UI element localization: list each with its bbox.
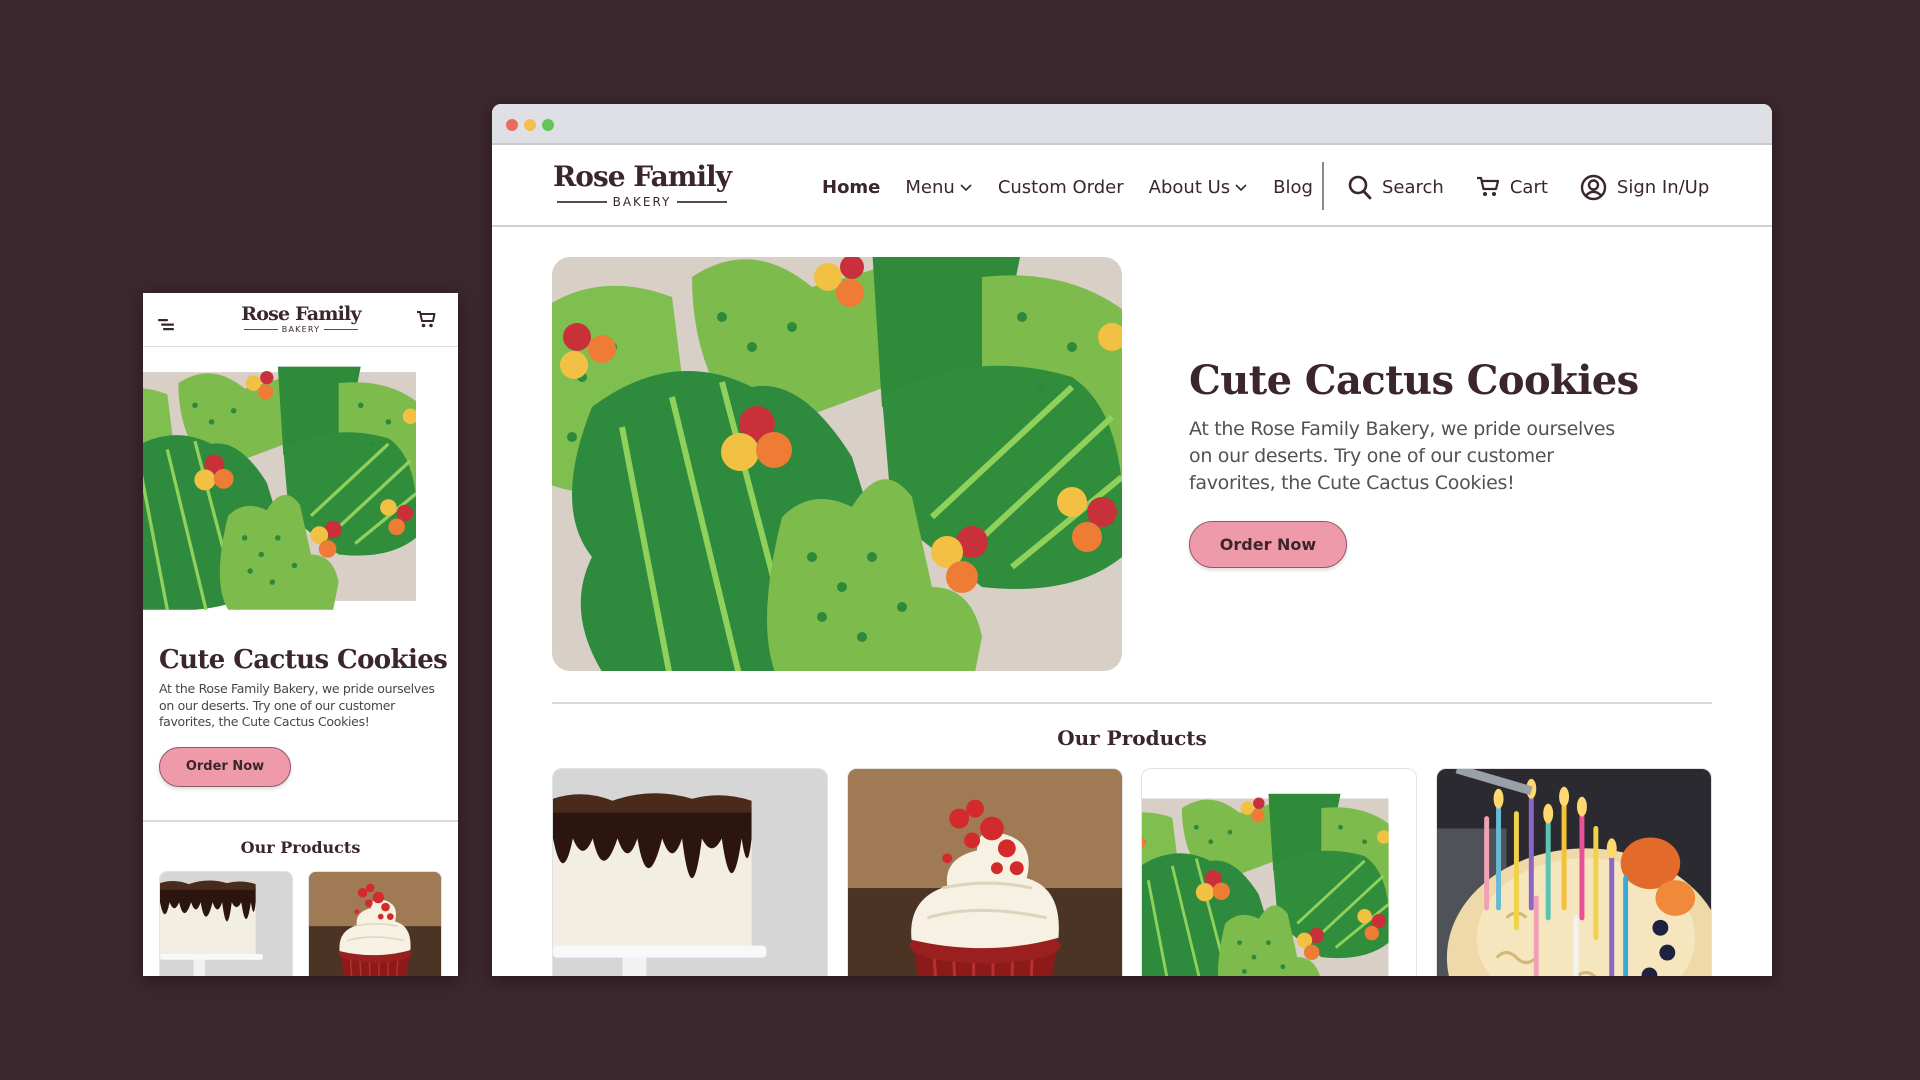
- mobile-header: Rose Family BAKERY: [143, 293, 458, 347]
- nav-about-us-label: About Us: [1148, 176, 1231, 198]
- desktop-browser-window: Rose Family BAKERY Home Menu Custom Orde…: [492, 104, 1772, 976]
- nav-divider: [1322, 162, 1324, 210]
- nav-blog[interactable]: Blog: [1273, 177, 1313, 198]
- hero-image: [552, 257, 1122, 671]
- nav-menu[interactable]: Menu: [905, 177, 972, 198]
- section-divider: [552, 702, 1712, 704]
- logo-name: Rose Family: [241, 303, 361, 325]
- logo-tagline: BAKERY: [281, 325, 321, 334]
- hero-copy: Cute Cactus Cookies At the Rose Family B…: [1189, 356, 1649, 568]
- window-minimize-button[interactable]: [524, 119, 536, 131]
- mobile-preview: Rose Family BAKERY Cute Cactus Cookies A…: [143, 293, 458, 976]
- logo-name: Rose Family: [553, 160, 732, 193]
- cart-label: Cart: [1509, 176, 1548, 198]
- order-now-button[interactable]: Order Now: [1189, 521, 1347, 568]
- search-label: Search: [1382, 176, 1444, 198]
- user-circle-icon: [1580, 174, 1607, 200]
- nav-links: Home Menu Custom Order About Us Blog: [822, 147, 1313, 227]
- nav-home-label: Home: [822, 176, 881, 198]
- search-icon: [1348, 175, 1372, 199]
- logo-rule: [243, 329, 278, 330]
- window-close-button[interactable]: [506, 119, 518, 131]
- logo-tagline: BAKERY: [612, 195, 672, 209]
- sign-in-button[interactable]: Sign In/Up: [1580, 174, 1709, 201]
- browser-titlebar: [492, 104, 1772, 145]
- product-card-chocolate-drip-cake[interactable]: [552, 768, 828, 976]
- nav-blog-label: Blog: [1273, 176, 1313, 198]
- nav-about-us[interactable]: About Us: [1149, 177, 1249, 198]
- products-heading: Our Products: [1057, 726, 1207, 750]
- product-card-red-velvet-cupcake[interactable]: [847, 768, 1123, 976]
- window-maximize-button[interactable]: [542, 119, 554, 131]
- search-button[interactable]: Search: [1348, 175, 1444, 200]
- site-navbar: Rose Family BAKERY Home Menu Custom Orde…: [492, 147, 1772, 227]
- menu-icon[interactable]: [158, 316, 174, 335]
- hero-title: Cute Cactus Cookies: [159, 645, 448, 675]
- cart-icon[interactable]: [416, 310, 436, 333]
- product-card-birthday-cake[interactable]: [1436, 768, 1712, 976]
- section-divider: [143, 820, 458, 822]
- cart-button[interactable]: Cart: [1476, 176, 1548, 198]
- order-now-button[interactable]: Order Now: [159, 746, 291, 787]
- hero-image: [143, 348, 458, 625]
- cart-icon: [1476, 176, 1499, 196]
- product-card-cactus-cookies[interactable]: [1141, 768, 1417, 976]
- sign-in-label: Sign In/Up: [1616, 176, 1710, 198]
- chevron-down-icon: [960, 184, 972, 192]
- logo-rule: [556, 201, 607, 203]
- product-card-chocolate-drip-cake[interactable]: [159, 871, 293, 976]
- mobile-logo[interactable]: Rose Family BAKERY: [231, 303, 371, 334]
- logo-rule: [324, 329, 359, 330]
- nav-menu-label: Menu: [905, 176, 955, 198]
- nav-custom-order-label: Custom Order: [997, 176, 1124, 198]
- site-logo[interactable]: Rose Family BAKERY: [552, 160, 732, 209]
- products-heading: Our Products: [240, 838, 361, 857]
- chevron-down-icon: [1235, 184, 1247, 192]
- product-card-red-velvet-cupcake[interactable]: [308, 871, 442, 976]
- logo-rule: [677, 201, 728, 203]
- nav-custom-order[interactable]: Custom Order: [998, 177, 1124, 198]
- hero-title: Cute Cactus Cookies: [1189, 357, 1639, 404]
- nav-tools: Search Cart Sign In/Up: [1348, 147, 1709, 227]
- nav-home[interactable]: Home: [822, 177, 880, 198]
- hero-description: At the Rose Family Bakery, we pride ours…: [159, 681, 435, 729]
- hero-description: At the Rose Family Bakery, we pride ours…: [1189, 418, 1615, 494]
